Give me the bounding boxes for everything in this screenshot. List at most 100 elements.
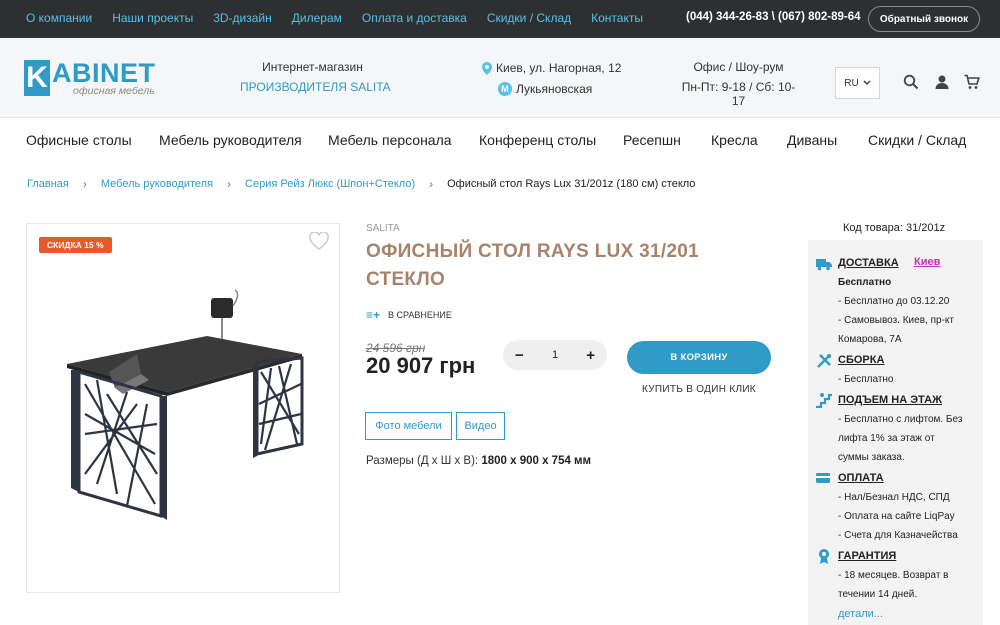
lamp-shade (211, 298, 233, 318)
delivery-line-3: Комарова, 7А (838, 334, 902, 345)
right-leg-side (253, 362, 257, 458)
right-leg-pattern (258, 363, 302, 451)
top-bar: О компании Наши проекты 3D-дизайн Дилера… (0, 0, 1000, 38)
top-link-3d[interactable]: 3D-дизайн (213, 11, 272, 25)
top-link-projects[interactable]: Наши проекты (112, 11, 193, 25)
compare-label: В СРАВНЕНИЕ (388, 310, 452, 320)
stairs-icon (816, 393, 832, 408)
product-brand: SALITA (366, 223, 400, 234)
shop-line-2[interactable]: ПРОИЗВОДИТЕЛЯ SALITA (240, 80, 391, 94)
menu-item-sofas[interactable]: Диваны (787, 132, 837, 148)
language-select[interactable]: RU (835, 67, 880, 99)
address-text: Киев, ул. Нагорная, 12 (496, 61, 622, 75)
delivery-line-2: - Самовывоз. Киев, пр-кт (838, 315, 954, 326)
details-link[interactable]: детали... (838, 608, 883, 620)
delivery-heading[interactable]: ДОСТАВКА (838, 257, 899, 269)
delivery-line-1: - Бесплатно до 03.12.20 (838, 296, 950, 307)
compare-icon: ≡+ (366, 308, 381, 322)
breadcrumb-separator: › (227, 177, 232, 191)
payment-line-1: - Нал/Безнал НДС, СПД (838, 492, 950, 503)
menu-item-chairs[interactable]: Кресла (711, 132, 758, 148)
tools-icon (817, 354, 831, 368)
user-icon[interactable] (934, 74, 950, 90)
assembly-line-1: - Бесплатно (838, 374, 894, 385)
qty-minus-button[interactable]: − (515, 347, 524, 364)
address-block: Киев, ул. Нагорная, 12 M Лукьяновская (482, 60, 621, 102)
dimensions-value: 1800 х 900 х 754 мм (481, 455, 592, 467)
dimensions-label: Размеры (Д х Ш х В): (366, 455, 479, 467)
truck-icon (816, 259, 832, 271)
phone-numbers[interactable]: (044) 344-26-83 \ (067) 802-89-64 (686, 11, 861, 23)
product-code: Код товара: 31/201z (843, 222, 946, 234)
photo-button[interactable]: Фото мебели (365, 412, 452, 440)
floor-heading[interactable]: ПОДЪЕМ НА ЭТАЖ (838, 394, 942, 406)
dimensions: Размеры (Д х Ш х В): 1800 х 900 х 754 мм (366, 455, 591, 467)
product-title: ОФИСНЫЙ СТОЛ RAYS LUX 31/201 СТЕКЛО (366, 241, 700, 290)
floor-line-2: лифта 1% за этаж от (838, 433, 935, 444)
assembly-heading[interactable]: СБОРКА (838, 354, 884, 366)
floor-line-1: - Бесплатно с лифтом. Без (838, 414, 963, 425)
warranty-line-1: - 18 месяцев. Возврат в (838, 570, 949, 581)
breadcrumb-separator: › (82, 177, 87, 191)
video-button[interactable]: Видео (456, 412, 505, 440)
payment-line-3: - Счета для Казначейства (838, 530, 958, 541)
left-leg-pattern (84, 379, 158, 507)
qty-value[interactable]: 1 (552, 349, 558, 361)
lamp-arm (232, 289, 239, 307)
payment-heading[interactable]: ОПЛАТА (838, 472, 884, 484)
product-image (67, 289, 304, 520)
callback-button[interactable]: Обратный звонок (868, 6, 980, 32)
pin-icon (482, 61, 492, 75)
floor-line-3: суммы заказа. (838, 452, 905, 463)
one-click-buy-link[interactable]: КУПИТЬ В ОДИН КЛИК (627, 384, 771, 395)
top-link-about[interactable]: О компании (26, 11, 92, 25)
language-value: RU (844, 77, 859, 89)
header: K ABINET офисная мебель Интернет-магазин… (0, 38, 1000, 118)
card-icon (816, 473, 830, 483)
top-link-sale[interactable]: Скидки / Склад (487, 11, 571, 25)
compare-link[interactable]: ≡+ В СРАВНЕНИЕ (366, 308, 452, 322)
office-hours: Офис / Шоу-рум Пн-Пт: 9-18 / Сб: 10-17 (676, 60, 801, 108)
metro-station: Лукьяновская (516, 82, 593, 96)
medal-icon (819, 549, 829, 564)
menu-item-staff[interactable]: Мебель персонала (328, 132, 452, 148)
breadcrumb-executive[interactable]: Мебель руководителя (101, 178, 213, 190)
shop-line-1: Интернет-магазин (262, 60, 363, 74)
breadcrumb-home[interactable]: Главная (27, 178, 69, 190)
breadcrumb-current: Офисный стол Rays Lux 31/201z (180 см) с… (447, 178, 696, 190)
qty-plus-button[interactable]: + (586, 347, 595, 364)
menu-item-sale[interactable]: Скидки / Склад (868, 132, 966, 148)
menu-item-executive[interactable]: Мебель руководителя (159, 132, 302, 148)
heart-icon[interactable] (309, 232, 329, 250)
delivery-city-link[interactable]: Киев (914, 256, 940, 268)
top-link-dealers[interactable]: Дилерам (292, 11, 342, 25)
main-menu: Офисные столы Мебель руководителя Мебель… (0, 118, 1000, 163)
delivery-free: Бесплатно (838, 277, 892, 288)
menu-item-office-desks[interactable]: Офисные столы (26, 132, 132, 148)
top-nav: О компании Наши проекты 3D-дизайн Дилера… (26, 11, 663, 25)
office-schedule: Пн-Пт: 9-18 / Сб: 10-17 (681, 80, 796, 108)
cart-icon[interactable] (964, 74, 980, 90)
current-price: 20 907 грн (366, 353, 476, 378)
logo[interactable]: K ABINET офисная мебель (24, 58, 169, 100)
top-link-contacts[interactable]: Контакты (591, 11, 643, 25)
search-icon[interactable] (903, 74, 919, 90)
delivery-panel: ДОСТАВКА Киев Бесплатно - Бесплатно до 0… (808, 240, 983, 625)
menu-item-reception[interactable]: Ресепшн (623, 132, 681, 148)
warranty-line-2: течении 14 дней. (838, 589, 918, 600)
payment-line-2: - Оплата на сайте LiqPay (838, 511, 955, 522)
metro-icon: M (498, 82, 512, 96)
breadcrumb-separator: › (429, 177, 434, 191)
menu-item-conference[interactable]: Конференц столы (479, 132, 596, 148)
logo-subtitle: офисная мебель (73, 85, 155, 97)
chevron-down-icon (863, 80, 871, 85)
shop-info: Интернет-магазин ПРОИЗВОДИТЕЛЯ SALITA (240, 60, 391, 94)
quantity-stepper: − 1 + (503, 340, 607, 370)
add-to-cart-button[interactable]: В КОРЗИНУ (627, 341, 771, 374)
left-leg-side (161, 396, 167, 520)
breadcrumb-series[interactable]: Серия Рейз Люкс (Шпон+Стекло) (245, 178, 415, 190)
top-link-payment[interactable]: Оплата и доставка (362, 11, 467, 25)
warranty-heading[interactable]: ГАРАНТИЯ (838, 550, 896, 562)
discount-badge: СКИДКА 15 % (39, 237, 112, 253)
product-image-box[interactable]: СКИДКА 15 % (26, 223, 340, 593)
